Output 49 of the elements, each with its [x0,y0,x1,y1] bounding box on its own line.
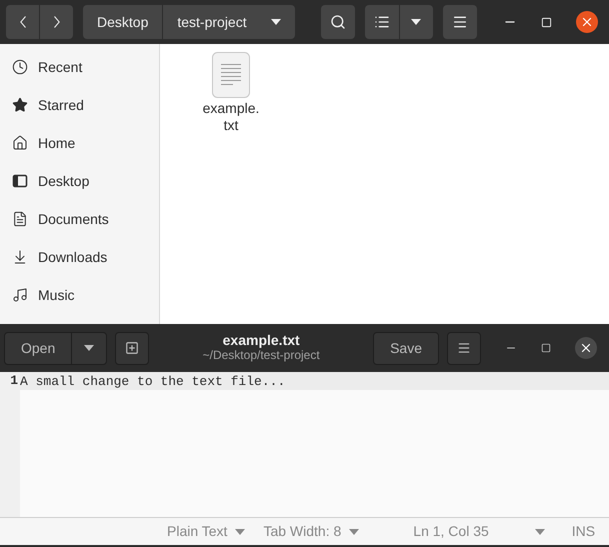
window-subtitle: ~/Desktop/test-project [202,348,320,363]
view-menu-button[interactable] [400,5,433,39]
caret-icon [411,19,422,25]
forward-icon [54,16,60,28]
text-area[interactable]: A small change to the text file... [20,372,609,517]
caret-icon [349,528,360,534]
search-button[interactable] [320,5,355,39]
maximize-icon[interactable] [541,343,551,353]
save-button[interactable]: Save [373,332,439,364]
sidebar-item[interactable]: Home [0,124,159,162]
caret-icon [84,345,94,351]
new-tab-button[interactable] [115,332,150,364]
close-icon [579,341,593,355]
menu-icon [457,341,471,355]
sidebar-item[interactable]: Recent [0,48,159,86]
sidebar-item[interactable]: Downloads [0,238,159,276]
caret-icon [235,528,246,534]
sidebar-item[interactable]: Documents [0,200,159,238]
view-button[interactable] [364,5,399,39]
menu-button[interactable] [442,5,477,39]
text-file-icon[interactable] [212,52,250,98]
menu-button[interactable] [447,332,481,364]
menu-icon [452,14,468,30]
house-icon [12,135,28,151]
file-name: example. txt [202,100,260,134]
sidebar-item[interactable]: Desktop [0,162,159,200]
music-note-icon [12,287,28,303]
caret-icon [270,19,281,25]
path-button[interactable]: Desktop [83,5,162,39]
window-title: example.txt [222,333,300,348]
list-icon [374,14,390,30]
insert-mode: INS [572,522,596,541]
position-menu-icon [534,528,545,534]
path-button[interactable]: test-project [163,5,295,39]
screen-icon [12,173,28,189]
search-icon [330,14,346,30]
close-button[interactable] [575,337,597,359]
document-icon [12,211,28,227]
cursor-position: Ln 1, Col 35 [413,522,489,541]
code-line: A small change to the text file... [20,374,286,389]
line-number: 1 [9,372,19,389]
sidebar-item[interactable]: Starred [0,86,159,124]
back-icon [20,16,26,28]
star-icon [12,97,28,113]
close-button[interactable] [576,11,598,33]
clock-icon [12,59,28,75]
new-tab-icon [125,341,140,355]
sidebar-item[interactable]: Music [0,276,159,314]
download-icon [12,249,28,265]
